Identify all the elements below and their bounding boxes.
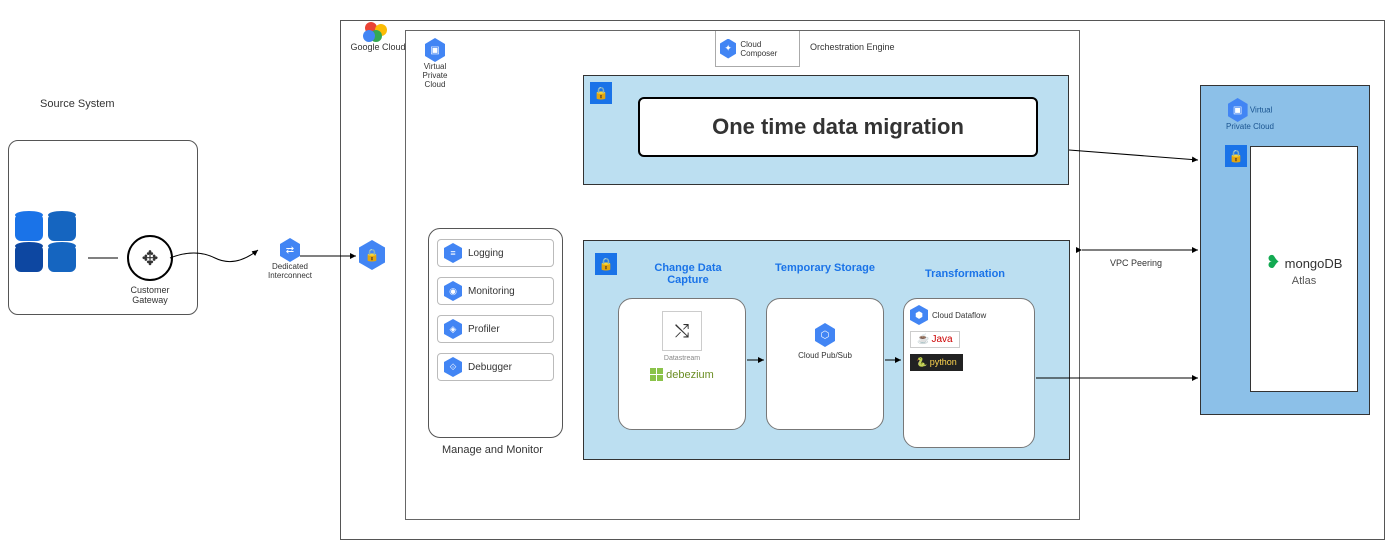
logging-icon: ≡: [444, 243, 462, 263]
cdc-title: Change Data Capture: [633, 262, 743, 286]
google-cloud-logo: Google Cloud: [348, 22, 408, 52]
mongodb-logo: ❥mongoDB: [1266, 252, 1343, 273]
vpc-peering-label: VPC Peering: [1110, 258, 1162, 268]
debugger-icon: ⟐: [444, 357, 462, 377]
composer-label: Cloud Composer: [740, 40, 795, 58]
source-db-icons: [14, 214, 84, 276]
lock-icon: 🔒: [590, 82, 612, 104]
vpc-icon: ▣: [425, 38, 445, 62]
target-vpc-icon: ▣: [1228, 98, 1248, 122]
transform-card: ⬢ Cloud Dataflow Java 🐍 python: [903, 298, 1035, 448]
gateway-label: Customer Gateway: [130, 285, 169, 305]
atlas-label: Atlas: [1292, 275, 1316, 287]
one-time-migration-headline: One time data migration: [638, 97, 1038, 157]
java-badge: Java: [910, 331, 960, 348]
interconnect-icon: ⇄: [280, 238, 300, 262]
monitoring-item: ◉Monitoring: [437, 277, 554, 305]
debugger-item: ⟐Debugger: [437, 353, 554, 381]
dataflow-row: ⬢ Cloud Dataflow: [910, 305, 1028, 325]
gateway-icon: ✥: [127, 235, 173, 281]
target-vpc-label-block: ▣ Virtual Private Cloud: [1225, 98, 1275, 131]
gcp-logo-icon: [363, 22, 393, 42]
db-icon-4: [48, 246, 76, 272]
logging-item: ≡Logging: [437, 239, 554, 267]
streaming-lock-icon: 🔒: [589, 247, 623, 281]
vpc-label: Virtual Private Cloud: [423, 62, 448, 89]
transformation-title: Transformation: [910, 268, 1020, 280]
debezium-logo: debezium: [627, 368, 737, 381]
target-lock-icon: 🔒: [1219, 139, 1253, 173]
sql-icon: [48, 215, 76, 241]
cloud-composer-tab: ✦ Cloud Composer: [715, 31, 800, 67]
temp-storage-title: Temporary Storage: [770, 262, 880, 274]
monitoring-icon: ◉: [444, 281, 462, 301]
profiler-item: ◈Profiler: [437, 315, 554, 343]
leaf-icon: ❥: [1266, 252, 1281, 272]
db-icon-3: [15, 246, 43, 272]
composer-icon: ✦: [720, 39, 736, 59]
datastream-icon: ⤭: [662, 311, 702, 351]
manage-monitor-label: Manage and Monitor: [442, 444, 543, 456]
profiler-icon: ◈: [444, 319, 462, 339]
network-lock-icon: 🔒: [359, 240, 385, 270]
source-system-label: Source System: [40, 98, 115, 110]
cdc-card: ⤭ Datastream debezium: [618, 298, 746, 430]
pubsub-label: Cloud Pub/Sub: [777, 351, 873, 360]
vpc-label-block: ▣ Virtual Private Cloud: [415, 38, 455, 89]
mysql-icon: [15, 215, 43, 241]
manage-monitor-panel: ≡Logging ◉Monitoring ◈Profiler ⟐Debugger: [428, 228, 563, 438]
dataflow-icon: ⬢: [910, 305, 928, 325]
mongodb-atlas-box: ❥mongoDB Atlas: [1250, 146, 1358, 392]
customer-gateway: ✥ Customer Gateway: [120, 235, 180, 305]
interconnect-label: Dedicated Interconnect: [260, 262, 320, 280]
orchestration-label: Orchestration Engine: [810, 42, 895, 52]
dedicated-interconnect: ⇄ Dedicated Interconnect: [260, 238, 320, 280]
pubsub-icon: ⬡: [815, 323, 835, 347]
architecture-diagram: Source System ✥ Customer Gateway ⇄ Dedic…: [0, 0, 1400, 547]
datastream-label: Datastream: [627, 355, 737, 362]
pubsub-card: ⬡ Cloud Pub/Sub: [766, 298, 884, 430]
python-badge: 🐍 python: [910, 354, 963, 371]
